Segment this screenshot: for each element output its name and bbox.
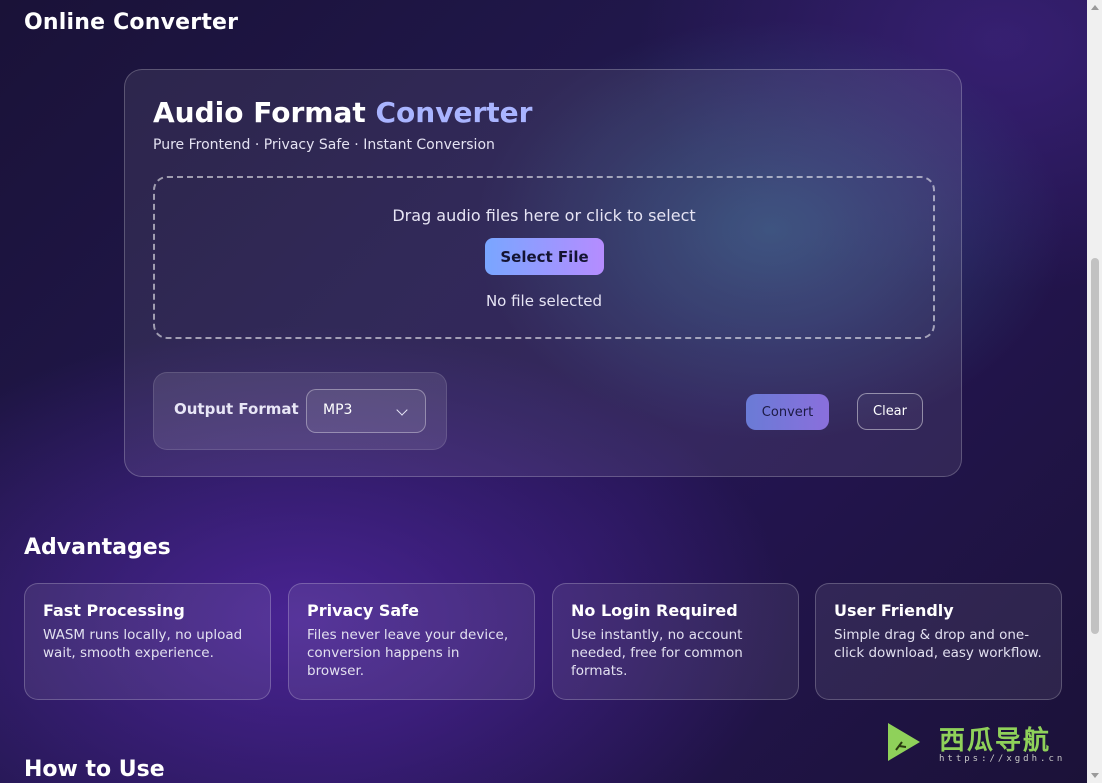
advantage-card-title: Privacy Safe [307, 601, 419, 620]
dropzone-text: Drag audio files here or click to select [392, 206, 696, 225]
advantage-card-title: Fast Processing [43, 601, 185, 620]
advantage-card-desc: Files never leave your device, conversio… [307, 627, 509, 679]
page-title: Online Converter [24, 10, 239, 35]
advantage-card: No Login Required Use instantly, no acco… [552, 583, 799, 700]
file-status: No file selected [485, 292, 603, 310]
output-format-panel: Output Format MP3 [153, 372, 447, 450]
chevron-down-icon [396, 404, 408, 416]
watermark-logo: 西瓜导航 https://xgdh.cn [884, 718, 1084, 768]
scroll-up-arrow-icon[interactable] [1091, 5, 1099, 10]
play-logo-icon [888, 723, 920, 761]
page-scrollbar[interactable] [1087, 0, 1102, 783]
advantage-card-title: User Friendly [834, 601, 954, 620]
advantage-card: Fast Processing WASM runs locally, no up… [24, 583, 271, 700]
converter-card: Audio Format Converter Pure Frontend · P… [124, 69, 962, 477]
advantage-card-desc: Simple drag & drop and one-click downloa… [834, 627, 1042, 661]
output-format-value: MP3 [323, 402, 353, 418]
converter-title: Audio Format Converter [153, 96, 532, 129]
scroll-down-arrow-icon[interactable] [1091, 773, 1099, 778]
converter-title-accent: Converter [375, 96, 533, 129]
output-format-label: Output Format [174, 400, 299, 418]
converter-subtitle: Pure Frontend · Privacy Safe · Instant C… [153, 137, 495, 153]
select-file-button[interactable]: Select File [485, 238, 604, 275]
how-to-use-title: How to Use [24, 757, 165, 782]
advantage-card: Privacy Safe Files never leave your devi… [288, 583, 535, 700]
advantages-title: Advantages [24, 535, 171, 560]
converter-title-main: Audio Format [153, 96, 366, 129]
advantage-card-title: No Login Required [571, 601, 738, 620]
watermark-text: 西瓜导航 [939, 726, 1052, 756]
watermark-url: https://xgdh.cn [939, 754, 1066, 764]
clear-button[interactable]: Clear [857, 393, 923, 430]
output-format-select[interactable]: MP3 [306, 389, 426, 433]
advantage-card-desc: WASM runs locally, no upload wait, smoot… [43, 627, 243, 661]
file-dropzone[interactable]: Drag audio files here or click to select… [153, 176, 935, 339]
scroll-thumb[interactable] [1091, 258, 1099, 634]
advantage-card: User Friendly Simple drag & drop and one… [815, 583, 1062, 700]
advantage-card-desc: Use instantly, no account needed, free f… [571, 627, 743, 679]
convert-button[interactable]: Convert [746, 394, 829, 430]
